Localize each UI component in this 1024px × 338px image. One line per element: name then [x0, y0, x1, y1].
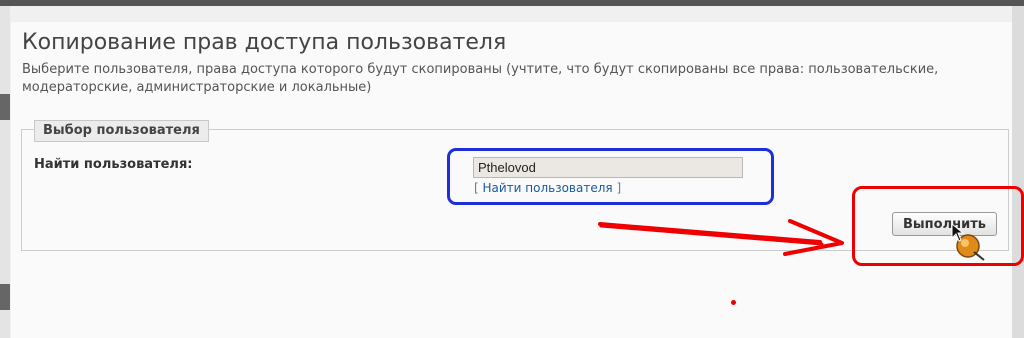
page-description: Выберите пользователя, права доступа кот… — [22, 62, 939, 95]
top-bar — [0, 0, 1024, 6]
left-edge-block — [0, 94, 10, 120]
find-user-label: Найти пользователя: — [34, 157, 193, 172]
left-edge-block — [0, 284, 10, 310]
red-dot-annotation — [731, 300, 736, 305]
page-title: Копирование прав доступа пользователя — [22, 30, 507, 55]
blue-highlight-box — [447, 148, 774, 205]
fieldset-legend: Выбор пользователя — [34, 120, 209, 142]
right-edge — [1012, 6, 1024, 338]
left-edge — [0, 6, 10, 338]
hand-pointer-icon — [951, 222, 985, 261]
